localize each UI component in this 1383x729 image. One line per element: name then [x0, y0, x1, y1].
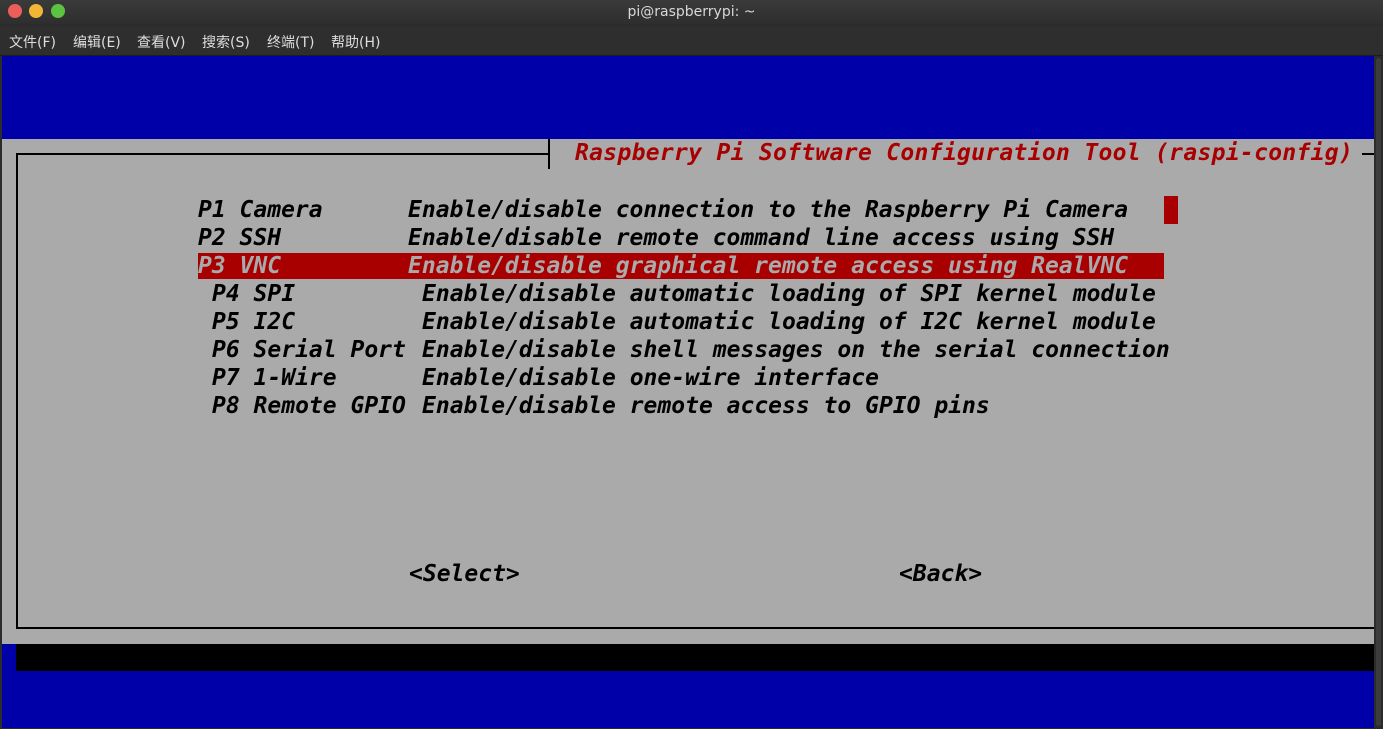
option-desc: Enable/disable graphical remote access u…	[408, 253, 1129, 279]
menu-file[interactable]: 文件(F)	[9, 32, 56, 52]
scrollbar-thumb[interactable]	[1376, 58, 1381, 726]
option-key: P2 SSH	[198, 225, 282, 251]
option-desc: Enable/disable remote command line acces…	[408, 225, 1115, 251]
option-desc: Enable/disable shell messages on the ser…	[422, 337, 1170, 363]
option-desc: Enable/disable one-wire interface	[422, 365, 879, 391]
menu-help[interactable]: 帮助(H)	[331, 32, 380, 52]
terminal-scrollbar[interactable]	[1374, 56, 1383, 729]
menu-option-serial-port[interactable]: P6 Serial Port Enable/disable shell messa…	[212, 337, 1170, 363]
terminal-area[interactable]: Raspberry Pi Software Configuration Tool…	[2, 56, 1374, 728]
menu-view[interactable]: 查看(V)	[137, 32, 186, 52]
menubar: 文件(F) 编辑(E) 查看(V) 搜索(S) 终端(T) 帮助(H)	[0, 26, 1383, 56]
menu-option-vnc[interactable]: P3 VNC Enable/disable graphical remote ac…	[198, 253, 1164, 279]
option-key: P7 1-Wire	[212, 365, 337, 391]
option-desc: Enable/disable remote access to GPIO pin…	[422, 393, 990, 419]
list-scroll-indicator	[1164, 196, 1178, 224]
menu-option-i2c[interactable]: P5 I2C Enable/disable automatic loading o…	[212, 309, 1156, 335]
menu-option-spi[interactable]: P4 SPI Enable/disable automatic loading o…	[212, 281, 1156, 307]
option-desc: Enable/disable automatic loading of I2C …	[422, 309, 1156, 335]
option-key: P3 VNC	[198, 253, 282, 279]
option-key: P5 I2C	[212, 309, 296, 335]
option-desc: Enable/disable automatic loading of SPI …	[422, 281, 1156, 307]
option-key: P1 Camera	[198, 197, 323, 223]
select-button[interactable]: <Select>	[409, 561, 520, 587]
menu-option-1-wire[interactable]: P7 1-Wire Enable/disable one-wire interfa…	[212, 365, 879, 391]
menu-option-ssh[interactable]: P2 SSH Enable/disable remote command line…	[198, 225, 1114, 251]
window-title: pi@raspberrypi: ~	[627, 4, 756, 20]
menu-terminal[interactable]: 终端(T)	[267, 32, 314, 52]
option-key: P8 Remote GPIO	[212, 393, 406, 419]
menu-search[interactable]: 搜索(S)	[202, 32, 250, 52]
option-desc: Enable/disable connection to the Raspber…	[408, 197, 1129, 223]
menu-edit[interactable]: 编辑(E)	[73, 32, 121, 52]
window-titlebar: pi@raspberrypi: ~	[0, 0, 1383, 24]
menu-option-remote-gpio[interactable]: P8 Remote GPIO Enable/disable remote acce…	[212, 393, 990, 419]
back-button[interactable]: <Back>	[899, 561, 982, 587]
dialog-shadow	[16, 644, 1374, 671]
menu-option-camera[interactable]: P1 Camera Enable/disable connection to th…	[198, 197, 1128, 223]
dialog-title: Raspberry Pi Software Configuration Tool…	[575, 140, 1354, 166]
option-key: P4 SPI	[212, 281, 296, 307]
option-key: P6 Serial Port	[212, 337, 406, 363]
